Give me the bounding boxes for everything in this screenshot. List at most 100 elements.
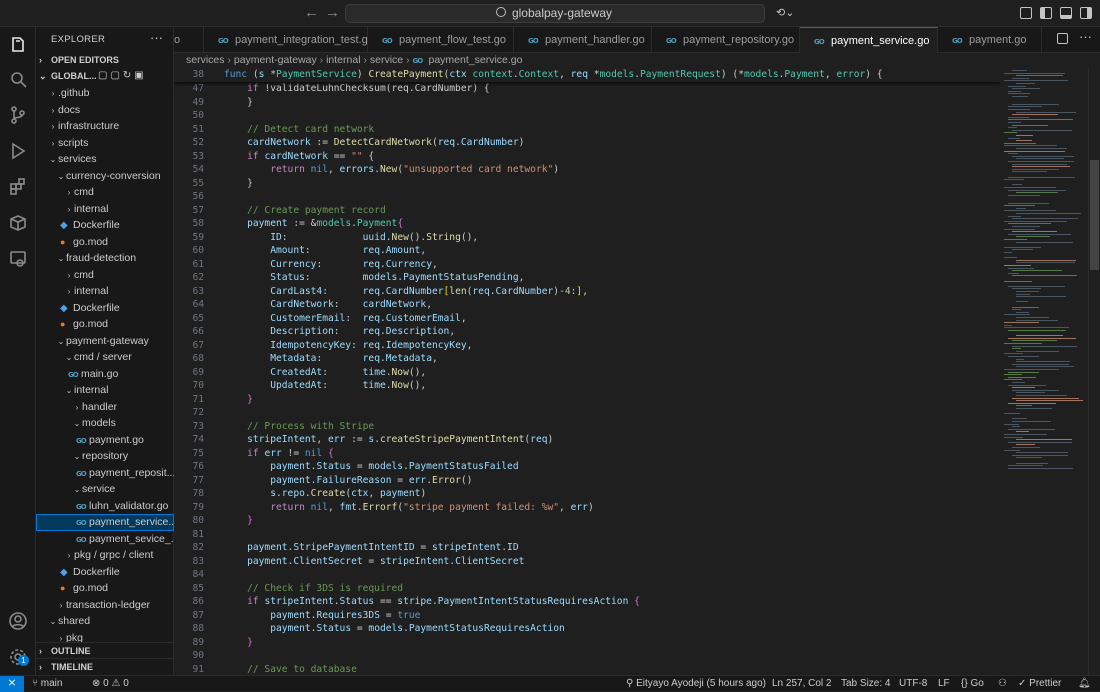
minimap-line	[1004, 374, 1022, 376]
scrollbar-thumb[interactable]	[1090, 160, 1099, 270]
tab-6[interactable]: GOpayment_service.go✕	[800, 27, 938, 53]
breadcrumb-item[interactable]: service	[370, 54, 403, 66]
tree-item[interactable]: GO main.go	[36, 366, 174, 383]
tree-item[interactable]: ⌄ internal	[36, 382, 174, 399]
copilot-icon[interactable]: ⟲⌄	[776, 6, 794, 19]
tree-item[interactable]: ⌄ currency-conversion	[36, 168, 174, 185]
tree-item[interactable]: › cmd	[36, 184, 174, 201]
code-editor[interactable]: 38 func (s *PaymentService) CreatePayment…	[174, 68, 1000, 675]
tree-item[interactable]: › docs	[36, 102, 174, 119]
command-center-search[interactable]: globalpay-gateway	[345, 4, 765, 23]
tree-item[interactable]: ⌄ service	[36, 481, 174, 498]
tree-item[interactable]: › .github	[36, 85, 174, 102]
explorer-icon[interactable]	[8, 35, 28, 55]
editor-more-icon[interactable]: ···	[1079, 29, 1092, 44]
tab-5[interactable]: GO payment_repository.go	[652, 27, 800, 53]
language-mode[interactable]: {} Go	[961, 676, 984, 691]
containers-icon[interactable]	[8, 213, 28, 233]
title-bar: ← → globalpay-gateway ⟲⌄	[0, 0, 1100, 27]
problems-status[interactable]: ⊗ 0 ⚠ 0	[92, 676, 129, 691]
minimap[interactable]	[1000, 68, 1088, 675]
tab-4[interactable]: GO payment_handler.go	[514, 27, 652, 53]
tree-item[interactable]: GO payment.go	[36, 432, 174, 449]
outline-section[interactable]: › OUTLINE	[36, 642, 174, 658]
tree-item[interactable]: ⌄ cmd / server	[36, 349, 174, 366]
tree-item[interactable]: ⌄ fraud-detection	[36, 250, 174, 267]
tree-item[interactable]: › internal	[36, 283, 174, 300]
code-text: UpdatedAt: time.Now(),	[270, 380, 427, 391]
encoding[interactable]: UTF-8	[899, 676, 927, 691]
back-button[interactable]: ←	[304, 4, 319, 22]
line-ending[interactable]: LF	[938, 676, 950, 691]
tab-1[interactable]: o	[174, 27, 204, 53]
source-control-icon[interactable]	[8, 105, 28, 125]
tab-2[interactable]: GO payment_integration_test.go	[204, 27, 368, 53]
minimap-line	[1012, 382, 1025, 383]
tree-item[interactable]: › scripts	[36, 135, 174, 152]
forward-button[interactable]: →	[325, 4, 340, 22]
tree-item[interactable]: ⌄ models	[36, 415, 174, 432]
toggle-panel-icon[interactable]	[1060, 7, 1072, 19]
workspace-root[interactable]: ⌄ GLOBAL... ▢▢↻▣	[36, 68, 174, 84]
branch-status[interactable]: ⑂ main	[32, 676, 62, 691]
tree-item[interactable]: › internal	[36, 201, 174, 218]
tree-item[interactable]: GO payment_sevice_...	[36, 531, 174, 548]
tab-size[interactable]: Tab Size: 4	[841, 676, 890, 691]
breadcrumb-item[interactable]: payment-gateway	[234, 54, 317, 66]
remote-indicator-icon[interactable]: ⨯	[0, 676, 24, 692]
tab-7[interactable]: GO payment.go	[938, 27, 1042, 53]
prettier-status[interactable]: ✓ Prettier	[1018, 676, 1061, 691]
remote-explorer-icon[interactable]	[8, 249, 28, 269]
breadcrumb-item[interactable]: services	[186, 54, 225, 66]
tree-item[interactable]: ⌄ services	[36, 151, 174, 168]
tree-item[interactable]: GO payment_reposit...	[36, 465, 174, 482]
tree-item[interactable]: ◆ Dockerfile	[36, 564, 174, 581]
tree-item[interactable]: › handler	[36, 399, 174, 416]
status-bar: ⨯ ⑂ main ⊗ 0 ⚠ 0 ⚲ Eityayo Ayodeji (5 ho…	[0, 675, 1100, 692]
tree-item[interactable]: › pkg / grpc / client	[36, 547, 174, 564]
tree-item[interactable]: ◆ Dockerfile	[36, 217, 174, 234]
line-number: 87	[192, 609, 204, 621]
toggle-sidebar-icon[interactable]	[1040, 7, 1052, 19]
sticky-scroll-header[interactable]: 38 func (s *PaymentService) CreatePayment…	[174, 68, 1000, 82]
tree-item[interactable]: ● go.mod	[36, 316, 174, 333]
split-editor-icon[interactable]	[1057, 33, 1068, 44]
tree-item[interactable]: GO payment_service....	[36, 514, 174, 531]
tree-item[interactable]: ⌄ repository	[36, 448, 174, 465]
tree-item-label: Dockerfile	[73, 219, 120, 231]
tree-item[interactable]: ● go.mod	[36, 234, 174, 251]
timeline-section[interactable]: › TIMELINE	[36, 658, 174, 674]
git-blame-status[interactable]: ⚲ Eityayo Ayodeji (5 hours ago)	[626, 676, 766, 691]
tab-3[interactable]: GO payment_flow_test.go	[368, 27, 514, 53]
tree-item[interactable]: GO luhn_validator.go	[36, 498, 174, 515]
tree-item[interactable]: ● go.mod	[36, 580, 174, 597]
run-debug-icon[interactable]	[8, 141, 28, 161]
open-editors-section[interactable]: › OPEN EDITORS	[36, 52, 174, 68]
notifications-icon[interactable]: 🔔︎	[1078, 676, 1091, 691]
cursor-position[interactable]: Ln 257, Col 2	[772, 676, 832, 691]
account-icon[interactable]	[8, 611, 28, 631]
breadcrumb-item[interactable]: payment_service.go	[429, 54, 523, 66]
tree-item[interactable]: › infrastructure	[36, 118, 174, 135]
tree-item-label: docs	[58, 103, 81, 116]
tree-item[interactable]: ⌄ shared	[36, 613, 174, 630]
layout-icon[interactable]	[1020, 7, 1032, 19]
toggle-secondary-sidebar-icon[interactable]	[1080, 7, 1092, 19]
breadcrumb-item[interactable]: internal	[326, 54, 360, 66]
tree-item[interactable]: ⌄ payment-gateway	[36, 333, 174, 350]
extensions-icon[interactable]	[8, 177, 28, 197]
tree-item[interactable]: ◆ Dockerfile	[36, 300, 174, 317]
minimap-line	[1012, 184, 1023, 186]
line-number: 76	[192, 461, 204, 472]
search-icon[interactable]	[8, 69, 28, 89]
code-line: 81	[174, 528, 1000, 542]
copilot-status-icon[interactable]: ⚇	[998, 676, 1007, 691]
explorer-toolbar-icons[interactable]: ▢▢↻▣	[98, 68, 147, 84]
tree-item[interactable]: › transaction-ledger	[36, 597, 174, 614]
more-actions-icon[interactable]: ···	[150, 30, 163, 45]
minimap-line	[1008, 176, 1076, 178]
code-text: }	[224, 177, 253, 189]
tree-item[interactable]: › cmd	[36, 267, 174, 284]
editor-tabs: o GO payment_integration_test.go GO payment_…	[174, 27, 1100, 53]
code-text: Status: models.PaymentStatusPending,	[270, 272, 525, 283]
